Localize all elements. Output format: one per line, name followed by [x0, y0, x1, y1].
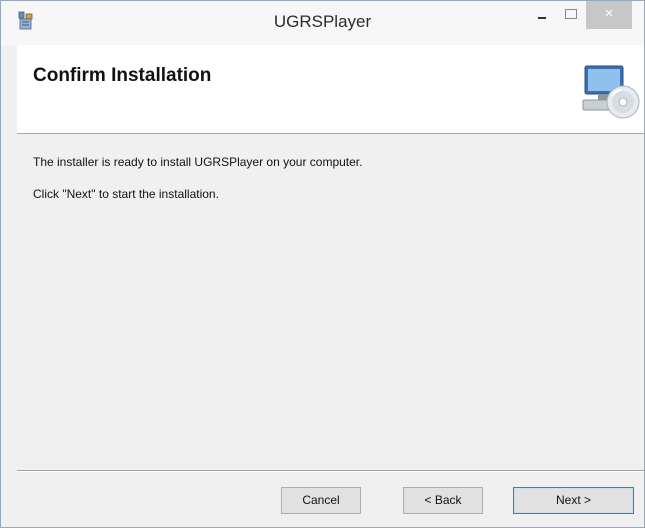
dialog-header: Confirm Installation [17, 45, 644, 134]
minimize-icon [538, 17, 546, 19]
ready-message: The installer is ready to install UGRSPl… [33, 155, 363, 169]
close-icon: × [604, 5, 614, 22]
title-bar[interactable]: UGRSPlayer × [1, 1, 644, 45]
maximize-button[interactable] [557, 1, 585, 29]
dialog-body: The installer is ready to install UGRSPl… [17, 134, 644, 470]
footer-divider [17, 470, 644, 472]
page-title: Confirm Installation [33, 65, 212, 86]
close-button[interactable]: × [586, 1, 632, 29]
installer-window: UGRSPlayer × Confirm Installation The in… [0, 0, 645, 528]
next-button[interactable]: Next > [513, 487, 634, 514]
instruction-message: Click "Next" to start the installation. [33, 187, 219, 201]
computer-cd-icon [582, 65, 640, 119]
back-button[interactable]: < Back [403, 487, 483, 514]
cancel-button[interactable]: Cancel [281, 487, 361, 514]
minimize-button[interactable] [529, 1, 555, 29]
maximize-icon [565, 9, 577, 19]
